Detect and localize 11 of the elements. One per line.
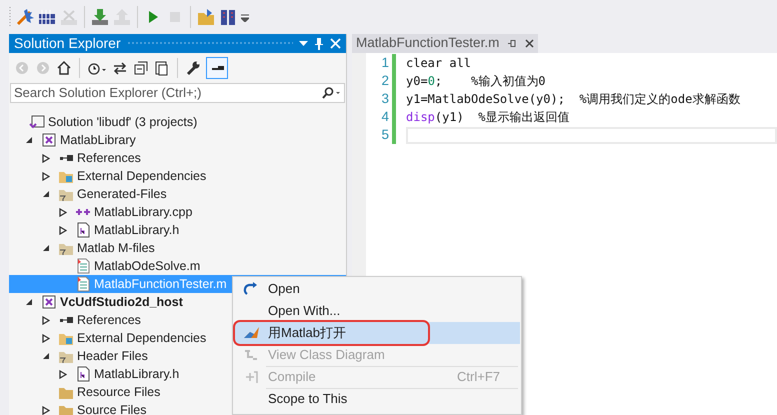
panel-title: Solution Explorer: [14, 34, 121, 53]
shortcut-text: Ctrl+F7: [457, 368, 501, 386]
code-line: clear all: [406, 55, 472, 72]
code-line: y0=0; %输入初值为0: [406, 73, 546, 90]
line-number: 5: [380, 126, 390, 144]
code-line: y1=MatlabOdeSolve(y0); %调用我们定义的ode求解函数: [406, 91, 742, 108]
line-number: 2: [380, 72, 390, 90]
line-number: 1: [380, 54, 390, 72]
line-number: 3: [380, 90, 390, 108]
code-line: disp(y1) %显示输出返回值: [406, 109, 570, 126]
line-number: 4: [380, 108, 390, 126]
